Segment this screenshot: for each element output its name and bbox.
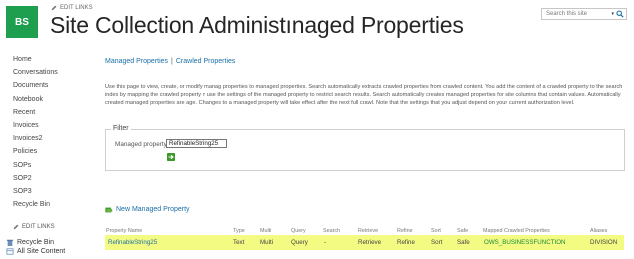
col-header-property-name[interactable]: Property Name bbox=[106, 228, 142, 234]
search-placeholder: Search this site bbox=[546, 11, 588, 17]
nav-item-invoices2[interactable]: Invoices2 bbox=[13, 132, 58, 145]
chevron-down-icon[interactable]: ▾ bbox=[611, 11, 614, 17]
site-logo-text: BS bbox=[15, 16, 29, 28]
filter-box bbox=[105, 129, 625, 171]
managed-property-label: Managed property bbox=[115, 141, 167, 148]
col-header-refine[interactable]: Refine bbox=[397, 228, 413, 234]
col-header-safe[interactable]: Safe bbox=[457, 228, 468, 234]
page-description: Use this page to view, create, or modify… bbox=[105, 84, 623, 106]
col-header-retrieve[interactable]: Retrieve bbox=[358, 228, 378, 234]
tab-separator: | bbox=[171, 58, 173, 65]
site-logo[interactable]: BS bbox=[6, 6, 38, 38]
nav-item-sops[interactable]: SOPs bbox=[13, 159, 58, 172]
cell-retrieve: Retrieve bbox=[358, 239, 382, 246]
search-icon[interactable] bbox=[616, 10, 624, 18]
cell-sort: Sort bbox=[431, 239, 443, 246]
tab-crawled-properties[interactable]: Crawled Properties bbox=[176, 58, 236, 65]
cell-mapped-crawled-properties[interactable]: OWS_BUSINESSFUNCTION bbox=[484, 239, 565, 246]
recycle-bin-label: Recycle Bin bbox=[17, 239, 54, 246]
filter-go-button[interactable] bbox=[167, 153, 175, 161]
col-header-search[interactable]: Search bbox=[323, 228, 340, 234]
pencil-icon bbox=[51, 5, 57, 11]
col-header-query[interactable]: Query bbox=[291, 228, 306, 234]
nav-item-recycle-bin[interactable]: Recycle Bin bbox=[13, 198, 58, 211]
cell-type: Text bbox=[233, 239, 245, 246]
new-property-icon bbox=[105, 207, 113, 212]
bottom-links: Recycle Bin All Site Content bbox=[6, 238, 65, 256]
col-header-sort[interactable]: Sort bbox=[431, 228, 441, 234]
search-input[interactable]: Search this site ▾ bbox=[541, 8, 627, 20]
all-site-content-label: All Site Content bbox=[17, 248, 66, 255]
nav-item-home[interactable]: Home bbox=[13, 53, 58, 66]
all-site-content-link[interactable]: All Site Content bbox=[6, 247, 65, 256]
nav-item-notebook[interactable]: Notebook bbox=[13, 93, 58, 106]
cell-refine: Refine bbox=[397, 239, 415, 246]
page-title: Site Collection Administınaged Propertie… bbox=[50, 12, 464, 38]
col-header-type[interactable]: Type bbox=[233, 228, 245, 234]
nav-item-invoices[interactable]: Invoices bbox=[13, 119, 58, 132]
cell-safe: Safe bbox=[457, 239, 470, 246]
cell-multi: Multi bbox=[260, 239, 274, 246]
nav-item-recent[interactable]: Recent bbox=[13, 106, 58, 119]
nav-item-sop3[interactable]: SOP3 bbox=[13, 185, 58, 198]
cell-query: Query bbox=[291, 239, 308, 246]
edit-links-left[interactable]: EDIT LINKS bbox=[13, 224, 55, 230]
new-managed-property-label: New Managed Property bbox=[116, 206, 190, 213]
nav-item-conversations[interactable]: Conversations bbox=[13, 66, 58, 79]
col-header-multi[interactable]: Multi bbox=[260, 228, 271, 234]
recycle-bin-link[interactable]: Recycle Bin bbox=[6, 238, 65, 247]
edit-links-left-label: EDIT LINKS bbox=[22, 224, 55, 230]
nav-item-sop2[interactable]: SOP2 bbox=[13, 172, 58, 185]
managed-property-input[interactable]: RefinableString25 bbox=[166, 139, 227, 148]
edit-links-top[interactable]: EDIT LINKS bbox=[51, 5, 93, 11]
col-header-aliases[interactable]: Aliases bbox=[590, 228, 607, 234]
filter-legend: Filter bbox=[111, 125, 131, 132]
site-content-icon bbox=[6, 248, 14, 255]
col-header-mapped-crawled-properties[interactable]: Mapped Crawled Properties bbox=[483, 228, 550, 234]
edit-links-top-label: EDIT LINKS bbox=[60, 5, 93, 11]
pencil-icon bbox=[13, 224, 19, 230]
tab-managed-properties[interactable]: Managed Properties bbox=[105, 58, 168, 65]
cell-search: - bbox=[324, 239, 327, 246]
property-tabs: Managed Properties | Crawled Properties bbox=[105, 58, 235, 65]
recycle-bin-icon bbox=[6, 239, 14, 246]
nav-item-documents[interactable]: Documents bbox=[13, 79, 58, 92]
new-managed-property-link[interactable]: New Managed Property bbox=[105, 206, 190, 213]
left-navigation: Home Conversations Documents Notebook Re… bbox=[13, 53, 58, 211]
cell-property-name[interactable]: RefinableString25 bbox=[108, 239, 157, 246]
nav-item-policies[interactable]: Policies bbox=[13, 145, 58, 158]
cell-aliases: DIVISION bbox=[590, 239, 618, 246]
